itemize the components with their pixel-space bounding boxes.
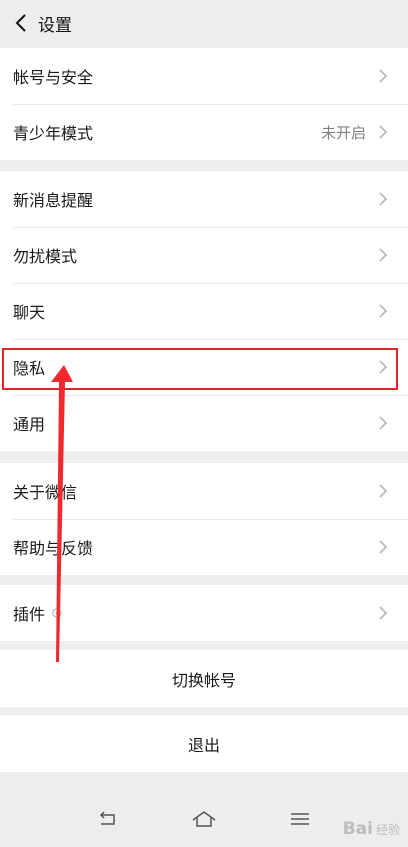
back-nav-icon[interactable]	[93, 807, 123, 831]
settings-group-account: 帐号与安全 青少年模式 未开启	[0, 48, 408, 160]
menu-nav-icon[interactable]	[285, 807, 315, 831]
watermark-logo: Bai	[342, 819, 373, 839]
switch-account-button[interactable]: 切换帐号	[0, 650, 408, 707]
settings-item-label: 插件	[13, 605, 46, 624]
settings-group-about: 关于微信 帮助与反馈	[0, 463, 408, 575]
chevron-right-icon	[379, 540, 388, 554]
logout-button[interactable]: 退出	[0, 715, 408, 772]
settings-item-label: 青少年模式	[13, 124, 94, 143]
settings-item-about-wechat[interactable]: 关于微信	[0, 463, 408, 519]
chevron-right-icon	[379, 69, 388, 83]
settings-item-label: 聊天	[13, 303, 46, 322]
settings-item-notifications[interactable]: 新消息提醒	[0, 171, 408, 227]
chevron-right-icon	[379, 248, 388, 262]
baidu-jingyan-watermark: Bai 经验	[343, 819, 400, 839]
chevron-right-icon	[379, 416, 388, 430]
settings-item-teen-mode[interactable]: 青少年模式 未开启	[0, 104, 408, 160]
chevron-right-icon	[379, 125, 388, 139]
settings-group-general: 新消息提醒 勿扰模式 聊天 隐私 通用	[0, 171, 408, 451]
settings-item-label: 隐私	[13, 359, 46, 378]
page-title: 设置	[38, 15, 72, 36]
home-nav-icon[interactable]	[189, 807, 219, 831]
settings-item-do-not-disturb[interactable]: 勿扰模式	[0, 227, 408, 283]
settings-group-plugins: 插件	[0, 585, 408, 641]
plugin-icon	[52, 608, 62, 618]
settings-item-label: 新消息提醒	[13, 191, 94, 210]
settings-item-privacy[interactable]: 隐私	[0, 339, 408, 395]
back-arrow-icon[interactable]	[12, 14, 30, 32]
logout-label: 退出	[187, 735, 220, 755]
settings-item-plugins[interactable]: 插件	[0, 585, 408, 641]
chevron-right-icon	[379, 484, 388, 498]
settings-item-label: 勿扰模式	[13, 247, 78, 266]
chevron-right-icon	[379, 360, 388, 374]
watermark-text: 经验	[375, 822, 400, 837]
settings-item-label: 帮助与反馈	[13, 539, 94, 558]
chevron-right-icon	[379, 304, 388, 318]
settings-item-label: 关于微信	[13, 483, 78, 502]
settings-item-label: 帐号与安全	[13, 68, 94, 87]
settings-item-general[interactable]: 通用	[0, 395, 408, 451]
switch-account-label: 切换帐号	[171, 670, 236, 690]
settings-item-help-feedback[interactable]: 帮助与反馈	[0, 519, 408, 575]
settings-item-chat[interactable]: 聊天	[0, 283, 408, 339]
chevron-right-icon	[379, 606, 388, 620]
settings-item-label: 通用	[13, 415, 46, 434]
top-bar: 设置	[0, 0, 408, 46]
chevron-right-icon	[379, 192, 388, 206]
teen-mode-status: 未开启	[320, 123, 366, 142]
settings-item-account-security[interactable]: 帐号与安全	[0, 48, 408, 104]
